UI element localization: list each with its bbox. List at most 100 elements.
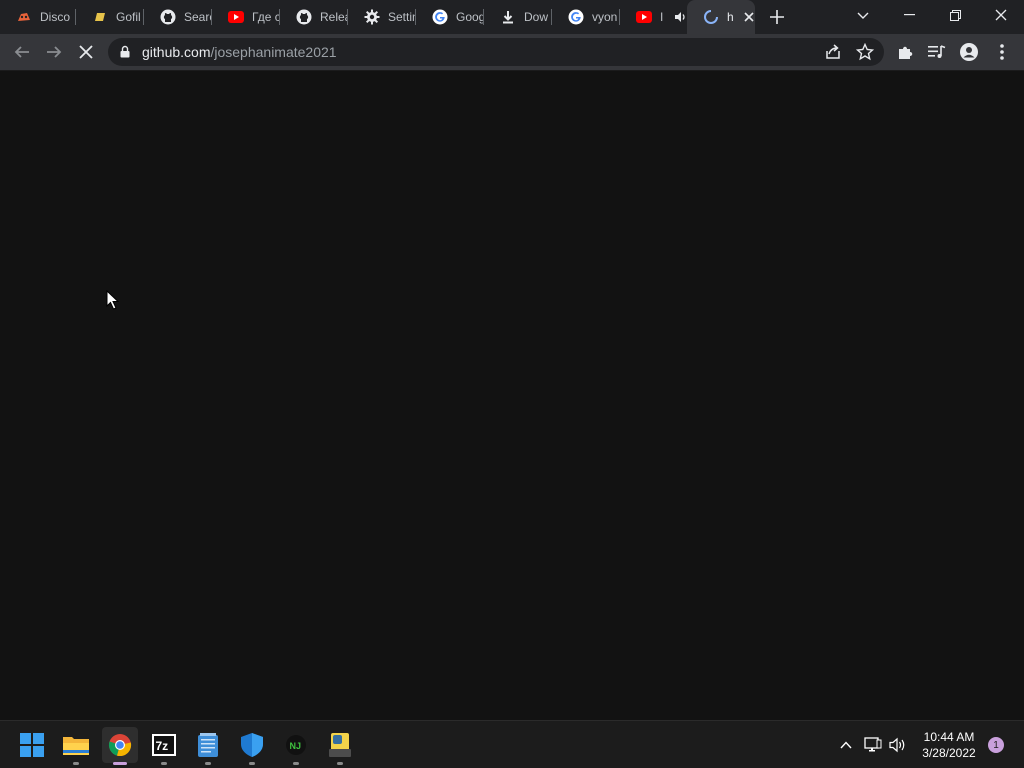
media-controls-button[interactable]	[922, 37, 952, 67]
notification-badge[interactable]: 1	[988, 737, 1004, 753]
profile-button[interactable]	[954, 37, 984, 67]
tab-github-search[interactable]: Searc	[144, 0, 212, 34]
notepad-button[interactable]	[190, 727, 226, 765]
browser-toolbar: github.com/josephanimate2021	[0, 34, 1024, 71]
loading-spinner-icon	[703, 9, 719, 25]
tab-title: Где с	[252, 10, 280, 24]
clock-date: 3/28/2022	[922, 746, 976, 760]
page-content[interactable]	[0, 71, 1024, 720]
python-button[interactable]	[322, 727, 358, 765]
stop-icon	[79, 45, 93, 59]
network-button[interactable]	[861, 733, 885, 757]
chrome-button[interactable]	[102, 727, 138, 765]
tab-title: I	[660, 10, 664, 24]
file-explorer-button[interactable]	[58, 727, 94, 765]
forward-arrow-icon	[47, 46, 62, 58]
google-icon	[432, 9, 448, 25]
notepad-icon	[198, 733, 218, 757]
tab-downloads[interactable]: Dow	[484, 0, 552, 34]
forward-button[interactable]	[39, 37, 69, 67]
puzzle-icon	[899, 46, 913, 59]
github-icon	[160, 9, 176, 25]
tab-title: h	[727, 10, 734, 24]
volume-button[interactable]	[886, 733, 910, 757]
tab-title: Relea	[320, 10, 348, 24]
tab-title: Disco	[40, 10, 71, 24]
python-icon	[329, 733, 351, 757]
7zip-icon: 7z	[152, 734, 176, 756]
google-icon	[568, 9, 584, 25]
chevron-up-icon	[840, 741, 852, 749]
profile-avatar-icon	[960, 43, 978, 61]
start-button[interactable]	[14, 727, 50, 763]
close-icon	[995, 9, 1007, 21]
url-host: github.com	[142, 44, 211, 60]
tab-active-github[interactable]: h	[687, 0, 755, 34]
youtube-icon	[636, 9, 652, 25]
download-icon	[500, 9, 516, 25]
tab-youtube-playing[interactable]: I	[620, 0, 686, 34]
svg-text:NJ: NJ	[290, 741, 302, 751]
gear-icon	[364, 9, 380, 25]
lock-icon[interactable]	[120, 45, 130, 63]
address-bar[interactable]: github.com/josephanimate2021	[108, 38, 884, 66]
new-tab-button[interactable]	[766, 6, 788, 28]
tab-title: Dow	[524, 10, 549, 24]
browser-window: Disco Gofil Searc Где с Relea Settin	[0, 0, 1024, 768]
plus-icon	[770, 10, 784, 24]
mouse-pointer-icon	[106, 290, 120, 310]
tab-google[interactable]: Goog	[416, 0, 484, 34]
back-arrow-icon	[14, 46, 29, 58]
media-playlist-icon	[928, 45, 946, 58]
tab-title: Settin	[388, 10, 416, 24]
clock-time: 10:44 AM	[923, 730, 975, 744]
chevron-down-icon	[857, 12, 869, 19]
bookmark-star-icon[interactable]	[855, 42, 875, 66]
file-explorer-icon	[63, 737, 89, 755]
close-window-button[interactable]	[978, 0, 1024, 30]
volume-icon	[889, 737, 905, 753]
url-path: /josephanimate2021	[210, 44, 337, 60]
show-hidden-icons-button[interactable]	[834, 733, 858, 757]
gofile-icon	[92, 9, 108, 25]
extensions-button[interactable]	[890, 37, 920, 67]
windows-security-icon	[241, 733, 263, 757]
start-icon	[20, 733, 44, 757]
stop-loading-button[interactable]	[71, 37, 101, 67]
more-vert-icon	[1000, 44, 1004, 60]
network-icon	[864, 737, 882, 752]
share-icon[interactable]	[824, 43, 842, 66]
tab-youtube[interactable]: Где с	[212, 0, 280, 34]
discord-like-icon	[16, 9, 32, 25]
windows-security-button[interactable]	[234, 727, 270, 765]
minimize-icon	[903, 14, 915, 16]
tab-title: Searc	[184, 10, 212, 24]
back-button[interactable]	[7, 37, 37, 67]
node-button[interactable]: NJ	[278, 727, 314, 765]
youtube-icon	[228, 9, 244, 25]
chrome-menu-button[interactable]	[987, 37, 1017, 67]
restore-icon	[949, 9, 961, 21]
speaker-icon[interactable]	[674, 11, 686, 23]
tab-title: Gofil	[116, 10, 141, 24]
tab-title: Goog	[456, 10, 484, 24]
url-text[interactable]: github.com/josephanimate2021	[142, 44, 337, 60]
tab-google-vyond[interactable]: vyon	[552, 0, 620, 34]
restore-button[interactable]	[932, 0, 978, 30]
tab-github-releases[interactable]: Relea	[280, 0, 348, 34]
close-tab-icon[interactable]	[743, 9, 755, 25]
svg-text:7z: 7z	[156, 739, 169, 753]
chrome-icon	[108, 734, 132, 757]
tab-settings[interactable]: Settin	[348, 0, 416, 34]
clock[interactable]: 10:44 AM 3/28/2022	[912, 729, 986, 761]
windows-taskbar: 7z NJ 10:44 AM 3/28/2022 1	[0, 720, 1024, 768]
node-icon: NJ	[286, 735, 306, 755]
tab-strip: Disco Gofil Searc Где с Relea Settin	[0, 0, 1024, 34]
tab-title: vyon	[592, 10, 618, 24]
tab-search-button[interactable]	[852, 5, 874, 27]
tab-discord[interactable]: Disco	[0, 0, 76, 34]
7zip-button[interactable]: 7z	[146, 727, 182, 765]
github-icon	[296, 9, 312, 25]
minimize-button[interactable]	[886, 0, 932, 30]
tab-gofile[interactable]: Gofil	[76, 0, 144, 34]
